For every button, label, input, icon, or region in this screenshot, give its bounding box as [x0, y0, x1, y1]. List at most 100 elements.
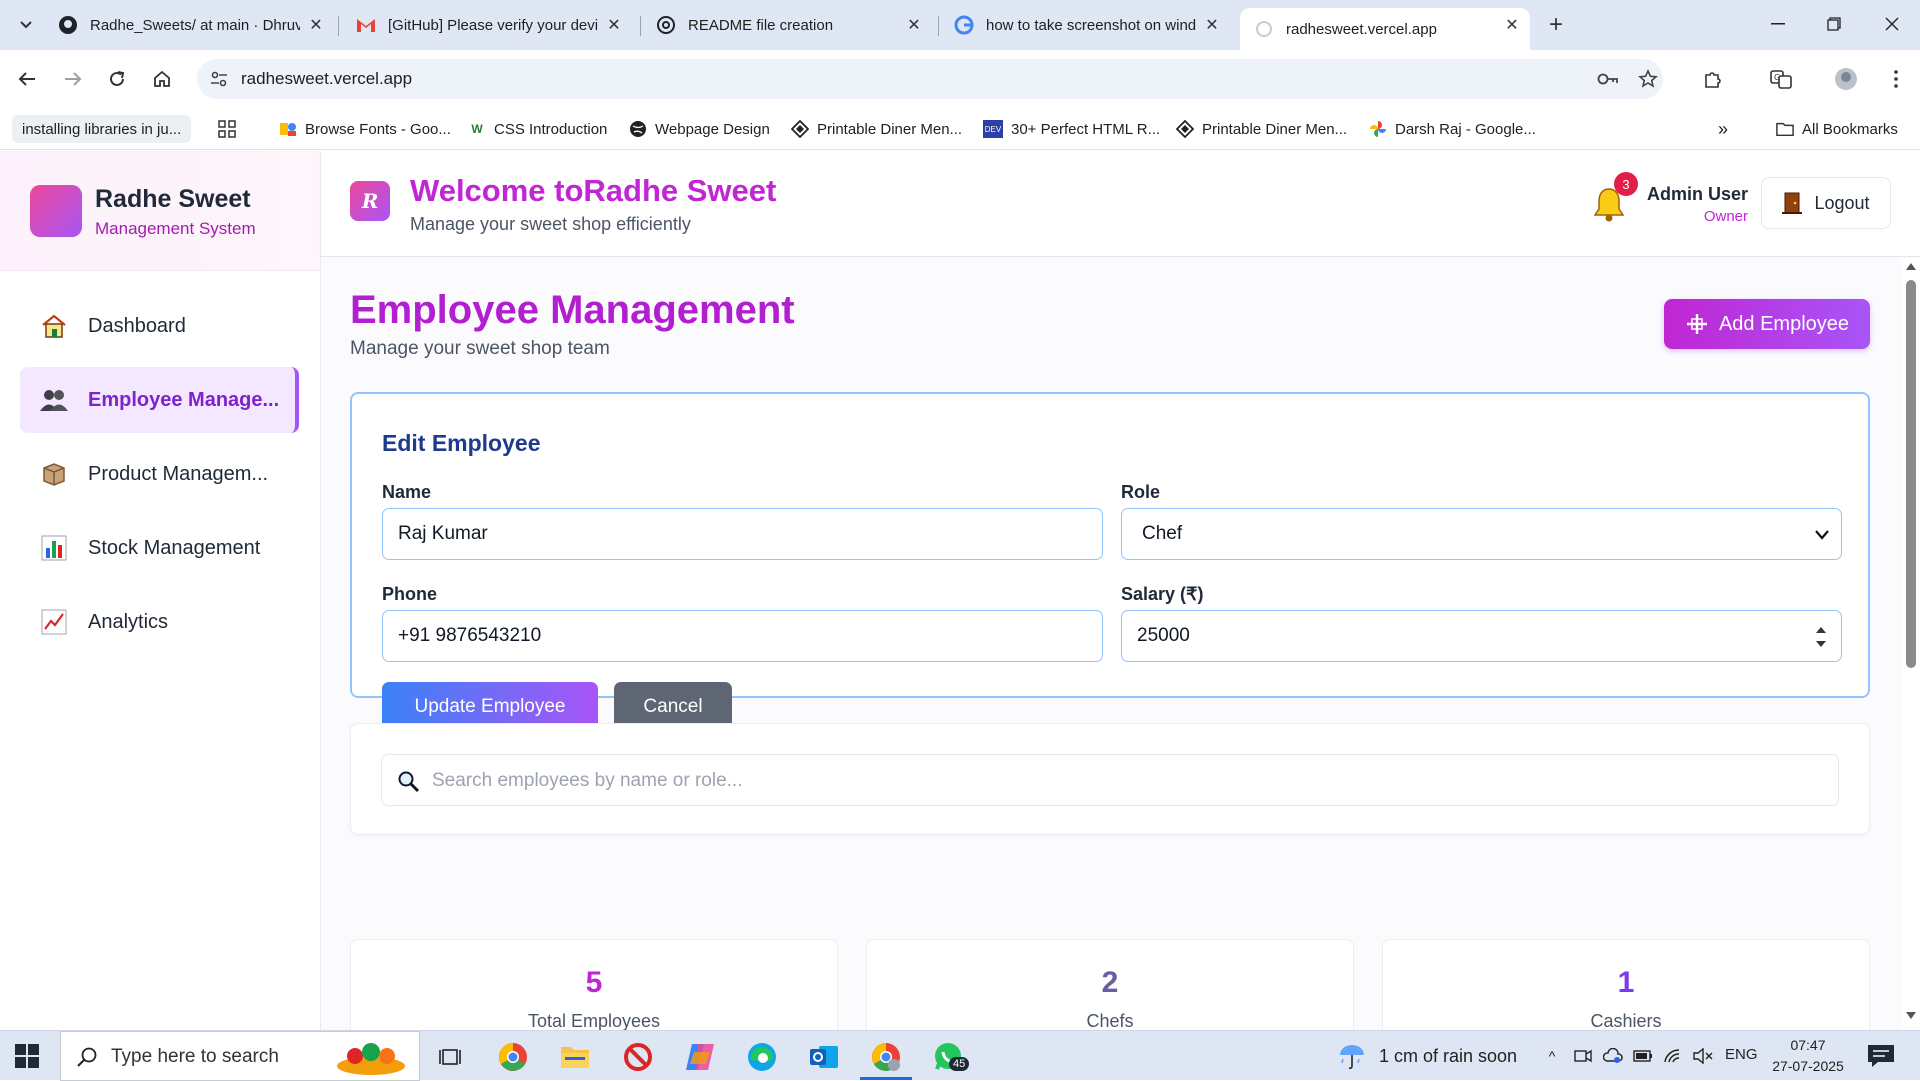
bookmark-item[interactable]: W CSS Introduction: [468, 115, 607, 143]
translate-button[interactable]: G: [1765, 63, 1797, 95]
taskbar-outlook[interactable]: [806, 1039, 842, 1075]
taskbar-edge[interactable]: [744, 1039, 780, 1075]
browser-menu-button[interactable]: [1880, 63, 1912, 95]
logout-button[interactable]: Logout: [1761, 177, 1891, 229]
show-hidden-icons-button[interactable]: ^: [1541, 1045, 1563, 1067]
search-placeholder: Search employees by name or role...: [432, 770, 743, 791]
taskbar-copilot[interactable]: [682, 1039, 718, 1075]
chevron-down-icon: [1815, 530, 1829, 540]
stat-value: 5: [585, 966, 603, 999]
address-bar[interactable]: radhesweet.vercel.app: [197, 59, 1663, 99]
browser-tab[interactable]: README file creation ✕: [642, 8, 932, 42]
system-clock[interactable]: 07:47 27-07-2025: [1760, 1035, 1856, 1077]
browser-tab-active[interactable]: radhesweet.vercel.app ✕: [1240, 8, 1530, 50]
bookmarks-overflow-button[interactable]: »: [1718, 115, 1728, 143]
role-value: Chef: [1142, 523, 1183, 544]
openai-icon: [656, 15, 676, 35]
add-employee-button[interactable]: Add Employee: [1664, 299, 1870, 349]
tray-meet-icon[interactable]: [1572, 1045, 1594, 1067]
volume-muted-icon[interactable]: [1692, 1045, 1714, 1067]
new-tab-button[interactable]: +: [1542, 11, 1570, 38]
bookmark-label: Printable Diner Men...: [817, 120, 963, 138]
wifi-icon[interactable]: [1662, 1045, 1684, 1067]
name-field[interactable]: Raj Kumar: [382, 508, 1103, 560]
scrollbar-thumb[interactable]: [1906, 280, 1916, 668]
back-button[interactable]: [11, 63, 43, 95]
sidebar-item-analytics[interactable]: Analytics: [20, 589, 300, 655]
extensions-button[interactable]: [1697, 63, 1729, 95]
bookmark-item[interactable]: Printable Diner Men...: [1176, 115, 1347, 143]
profile-avatar[interactable]: [1830, 63, 1862, 95]
windows-start-icon[interactable]: [14, 1043, 40, 1069]
forward-button[interactable]: [57, 63, 89, 95]
tab-search-button[interactable]: [12, 12, 40, 38]
apps-button[interactable]: [218, 115, 244, 143]
bookmark-star-icon[interactable]: [1637, 68, 1659, 90]
role-select[interactable]: Chef: [1121, 508, 1842, 560]
salary-field[interactable]: 25000: [1121, 610, 1842, 662]
browser-tab[interactable]: how to take screenshot on wind ✕: [940, 8, 1230, 42]
bookmark-item[interactable]: Webpage Design: [629, 115, 770, 143]
bookmark-item[interactable]: installing libraries in ju...: [12, 115, 192, 143]
close-window-button[interactable]: [1872, 10, 1912, 38]
task-view-button[interactable]: [432, 1039, 468, 1075]
password-key-icon[interactable]: [1597, 68, 1619, 90]
bookmark-item[interactable]: Printable Diner Men...: [791, 115, 962, 143]
reload-button[interactable]: [101, 63, 133, 95]
taskbar-whatsapp[interactable]: 45: [931, 1039, 970, 1075]
home-button[interactable]: [146, 63, 178, 95]
taskbar-file-explorer[interactable]: [557, 1039, 593, 1075]
sidebar-item-label: Stock Management: [88, 536, 261, 559]
close-icon[interactable]: ✕: [1502, 15, 1522, 35]
scroll-down-icon[interactable]: [1906, 1012, 1916, 1020]
bookmark-item[interactable]: Browse Fonts - Goo...: [279, 115, 451, 143]
bookmark-item[interactable]: DEV 30+ Perfect HTML R...: [983, 115, 1160, 143]
salary-value: 25000: [1137, 625, 1190, 646]
salary-label: Salary (₹): [1121, 584, 1204, 604]
close-icon[interactable]: ✕: [306, 15, 326, 35]
bookmark-label: Darsh Raj - Google...: [1395, 120, 1536, 138]
close-icon[interactable]: ✕: [1202, 15, 1222, 35]
name-value: Raj Kumar: [398, 523, 488, 544]
sidebar-item-dashboard[interactable]: Dashboard: [20, 293, 300, 359]
bookmark-label: All Bookmarks: [1802, 120, 1898, 138]
phone-field[interactable]: +91 9876543210: [382, 610, 1103, 662]
search-input[interactable]: Search employees by name or role...: [381, 754, 1839, 806]
sidebar-item-employee-management[interactable]: Employee Manage...: [20, 367, 299, 433]
welcome-subtitle: Manage your sweet shop efficiently: [410, 214, 691, 234]
notification-badge: 3: [1614, 172, 1638, 196]
taskbar-search[interactable]: Type here to search: [60, 1031, 420, 1081]
browser-tab[interactable]: [GitHub] Please verify your devi ✕: [342, 8, 632, 42]
close-icon[interactable]: ✕: [604, 15, 624, 35]
site-info-icon[interactable]: [209, 69, 229, 89]
bookmark-item[interactable]: Darsh Raj - Google...: [1369, 115, 1536, 143]
outlook-icon: [810, 1046, 838, 1068]
plus-icon: +: [1548, 11, 1563, 38]
reload-icon: [110, 71, 125, 86]
scroll-up-icon[interactable]: [1906, 262, 1916, 270]
minimize-button[interactable]: [1758, 10, 1798, 38]
battery-icon[interactable]: [1632, 1045, 1654, 1067]
search-icon: [77, 1047, 97, 1067]
chevron-up-icon: ^: [1548, 1048, 1556, 1064]
user-role: Owner: [1703, 208, 1748, 225]
input-language[interactable]: ENG: [1725, 1046, 1758, 1063]
notification-center-icon[interactable]: [1866, 1043, 1896, 1069]
chevron-double-right-icon: »: [1718, 118, 1729, 139]
sidebar-item-stock-management[interactable]: Stock Management: [20, 515, 300, 581]
weather-widget[interactable]: 1 cm of rain soon: [1337, 1041, 1517, 1071]
sidebar-item-product-management[interactable]: Product Managem...: [20, 441, 300, 507]
restore-button[interactable]: [1814, 10, 1854, 38]
page-title: Employee Management: [350, 288, 795, 332]
whatsapp-badge: 45: [949, 1057, 970, 1071]
taskbar-chrome-profile[interactable]: [860, 1039, 912, 1080]
browser-tab[interactable]: Radhe_Sweets/ at main · Dhruv ✕: [44, 8, 334, 42]
close-icon[interactable]: ✕: [904, 15, 924, 35]
bookmark-label: Printable Diner Men...: [1202, 120, 1348, 138]
page-scrollbar[interactable]: [1902, 258, 1920, 1030]
taskbar-blocked-app[interactable]: [620, 1039, 656, 1075]
number-spinner-icon[interactable]: [1815, 624, 1827, 650]
tray-cloud-icon[interactable]: [1602, 1045, 1624, 1067]
all-bookmarks-button[interactable]: All Bookmarks: [1776, 115, 1898, 143]
taskbar-chrome[interactable]: [495, 1039, 531, 1075]
